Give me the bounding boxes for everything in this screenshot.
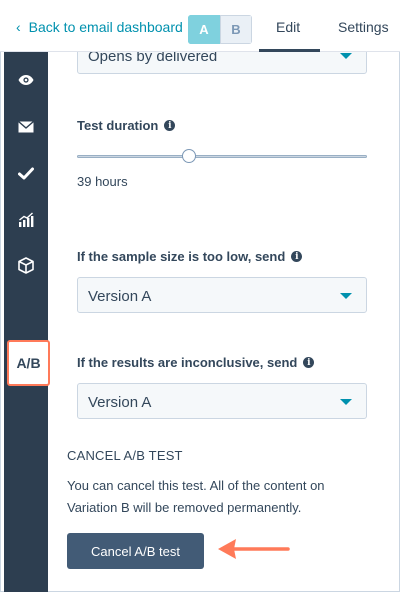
sidebar-item-analytics[interactable] bbox=[4, 202, 48, 238]
inconclusive-label-text: If the results are inconclusive, send bbox=[77, 355, 298, 370]
chevron-down-icon bbox=[340, 293, 352, 299]
inconclusive-select[interactable]: Version A bbox=[77, 383, 367, 419]
cancel-section-description: You can cancel this test. All of the con… bbox=[67, 478, 325, 515]
cancel-ab-test-button[interactable]: Cancel A/B test bbox=[67, 533, 204, 569]
sidebar-item-review[interactable] bbox=[4, 155, 48, 191]
tab-settings[interactable]: Settings bbox=[338, 19, 389, 35]
sidebar-item-ab-test[interactable]: A/B bbox=[7, 340, 50, 386]
sample-too-low-label: If the sample size is too low, send i bbox=[77, 249, 303, 264]
test-duration-value: 39 hours bbox=[77, 174, 128, 189]
info-icon[interactable]: i bbox=[164, 120, 176, 131]
test-duration-slider-track[interactable] bbox=[77, 155, 367, 158]
chevron-down-icon bbox=[340, 399, 352, 405]
top-bar: ‹ Back to email dashboard A B Edit Settin… bbox=[0, 0, 400, 52]
chevron-left-icon: ‹ bbox=[16, 19, 21, 35]
info-icon[interactable]: i bbox=[291, 251, 303, 262]
cancel-section-heading: CANCEL A/B TEST bbox=[67, 448, 183, 463]
eye-icon bbox=[18, 75, 34, 85]
inconclusive-value: Version A bbox=[88, 394, 152, 411]
settings-panel: Opens by delivered Test duration i 39 ho… bbox=[48, 37, 398, 592]
sample-too-low-label-text: If the sample size is too low, send bbox=[77, 249, 286, 264]
sample-too-low-select[interactable]: Version A bbox=[77, 277, 367, 313]
info-icon[interactable]: i bbox=[303, 357, 315, 368]
variant-toggle: A B bbox=[188, 15, 252, 44]
chevron-down-icon bbox=[340, 53, 352, 59]
back-link-label: Back to email dashboard bbox=[28, 19, 183, 35]
callout-arrow-icon bbox=[218, 539, 290, 559]
back-to-dashboard-link[interactable]: ‹ Back to email dashboard bbox=[16, 19, 183, 35]
tab-edit[interactable]: Edit bbox=[276, 19, 300, 35]
checkmark-icon bbox=[18, 167, 34, 179]
sidebar: A/B bbox=[4, 52, 50, 592]
active-tab-indicator bbox=[259, 49, 320, 52]
test-duration-slider-handle[interactable] bbox=[182, 149, 196, 163]
cube-icon bbox=[18, 256, 34, 274]
test-duration-label-text: Test duration bbox=[77, 118, 159, 133]
envelope-icon bbox=[18, 121, 34, 133]
sidebar-item-modules[interactable] bbox=[4, 247, 48, 283]
sidebar-item-preview[interactable] bbox=[4, 62, 48, 98]
sidebar-item-email[interactable] bbox=[4, 109, 48, 145]
sample-too-low-value: Version A bbox=[88, 288, 152, 305]
inconclusive-label: If the results are inconclusive, send i bbox=[77, 355, 315, 370]
analytics-chart-icon bbox=[19, 212, 34, 227]
variant-a-button[interactable]: A bbox=[188, 15, 220, 44]
test-duration-label: Test duration i bbox=[77, 118, 176, 133]
variant-b-button[interactable]: B bbox=[220, 15, 252, 44]
